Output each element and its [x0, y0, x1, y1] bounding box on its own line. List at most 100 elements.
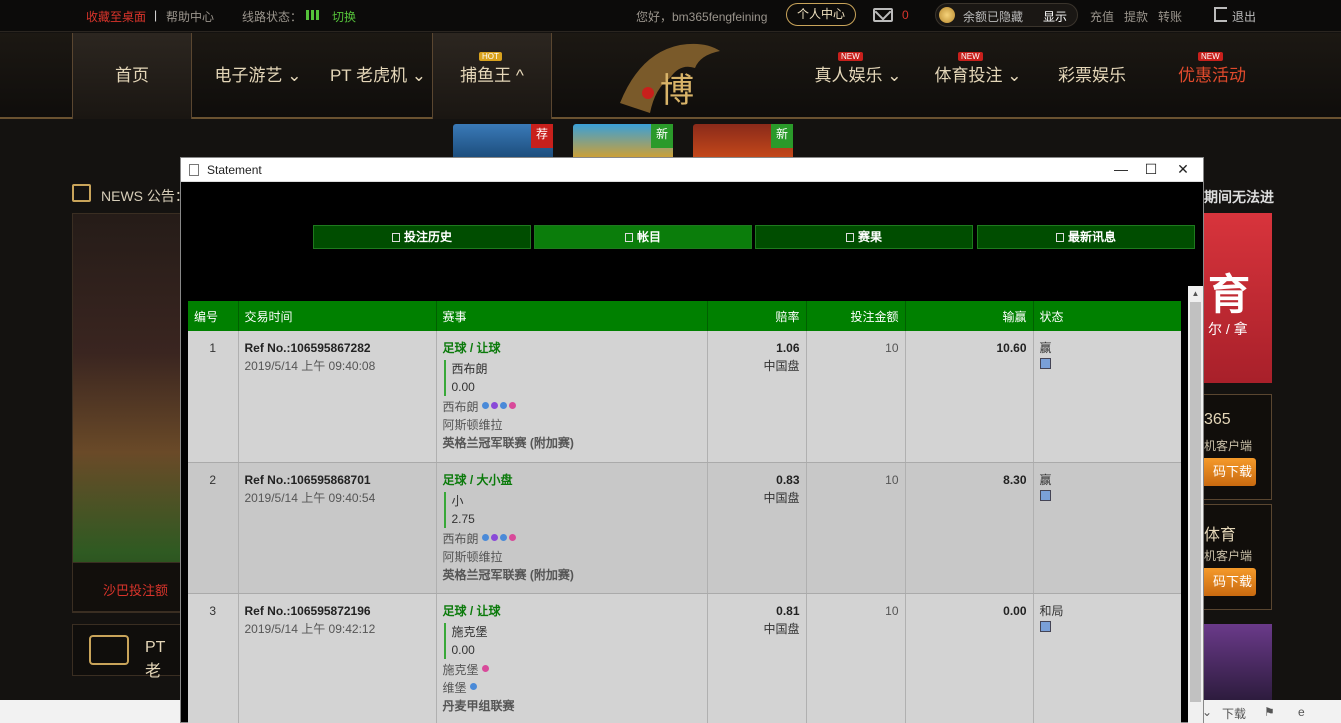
game-thumb[interactable]: 荐	[453, 124, 553, 160]
bet-selection: 西布朗 0.00	[443, 360, 701, 396]
nav-lottery[interactable]: 彩票娱乐	[1032, 33, 1152, 119]
vertical-scrollbar[interactable]: ▲	[1188, 286, 1203, 723]
ref-no[interactable]: Ref No.:106595872196	[245, 602, 430, 620]
banner-small-text: 尔 / 拿	[1208, 321, 1248, 337]
banner-caption[interactable]: 沙巴投注额	[72, 562, 181, 612]
tab-label: 赛果	[857, 230, 882, 244]
ref-no[interactable]: Ref No.:106595868701	[245, 471, 430, 489]
odds: 0.83	[776, 472, 800, 487]
team-status-icons	[481, 664, 489, 672]
chevron-down-icon: ⌄	[882, 66, 902, 85]
browser-icon[interactable]: e	[1298, 705, 1305, 719]
window-titlebar[interactable]: Statement — ☐ ✕	[181, 158, 1203, 182]
scroll-up-arrow-icon[interactable]: ▲	[1188, 286, 1203, 301]
handicap: 0.00	[451, 642, 475, 657]
row-status-cell: 赢	[1033, 462, 1181, 594]
home-team-name: 施克堡	[442, 662, 479, 677]
ref-no[interactable]: Ref No.:106595867282	[245, 339, 430, 357]
row-no: 2	[188, 462, 239, 594]
nav-pt-slots[interactable]: PT 老虎机 ⌄	[318, 33, 438, 119]
site-logo[interactable]: 博	[610, 33, 730, 119]
status: 赢	[1039, 341, 1052, 355]
new-badge: NEW	[838, 52, 863, 61]
home-team: 施克堡	[443, 661, 701, 679]
sport-type: 足球 / 让球	[442, 603, 501, 618]
bet-amount: 10	[806, 593, 906, 723]
col-no: 编号	[188, 301, 239, 331]
slot-machine-icon	[89, 635, 129, 665]
nav-pt-slots-label: PT 老虎机	[329, 66, 408, 85]
tab-label: 最新讯息	[1067, 230, 1116, 244]
game-thumb[interactable]: 新	[573, 124, 673, 160]
nav-live-label: 真人娱乐	[814, 66, 883, 85]
bet-selection: 小 2.75	[443, 491, 701, 528]
switch-line-link[interactable]: 切换	[332, 8, 356, 25]
withdraw-link[interactable]: 提款	[1124, 8, 1148, 25]
transfer-link[interactable]: 转账	[1158, 8, 1182, 25]
mail-icon[interactable]	[873, 8, 893, 22]
flag-icon[interactable]: ⚑	[1264, 705, 1275, 719]
txn-time: 2019/5/14 上午 09:40:54	[244, 490, 376, 505]
nav-fishing[interactable]: HOT 捕鱼王 ^	[432, 33, 552, 119]
bookmark-link[interactable]: 收藏至桌面	[86, 8, 146, 25]
minimize-button[interactable]: —	[1105, 158, 1137, 181]
row-status-cell: 赢	[1033, 331, 1181, 463]
download-subtitle: 机客户端	[1204, 439, 1253, 453]
qr-download-button[interactable]: 码下载	[1204, 568, 1256, 596]
tab-results[interactable]: 赛果	[755, 225, 973, 249]
sport-type: 足球 / 大小盘	[442, 472, 513, 487]
detail-icon[interactable]	[1039, 620, 1051, 632]
download-link[interactable]: 下载	[1222, 705, 1246, 722]
maximize-button[interactable]: ☐	[1135, 158, 1167, 181]
nav-promotions[interactable]: NEW 优惠活动	[1152, 33, 1272, 119]
win-loss: 0.00	[905, 593, 1034, 723]
league: 丹麦甲组联赛	[442, 698, 515, 713]
tab-latest-news[interactable]: 最新讯息	[977, 225, 1195, 249]
balance-box: 余额已隐藏 显示	[935, 3, 1078, 27]
nav-live-casino[interactable]: NEW 真人娱乐 ⌄	[798, 33, 918, 119]
news-icon	[72, 184, 91, 202]
news-label: NEWS 公告：	[101, 188, 189, 204]
pt-label: PT 老	[145, 639, 166, 680]
col-odds: 赔率	[707, 301, 807, 331]
ledger-icon	[624, 233, 633, 242]
tab-bet-history[interactable]: 投注历史	[313, 225, 531, 249]
sports-banner[interactable]: 育 尔 / 拿	[1204, 213, 1272, 383]
nav-sports[interactable]: NEW 体育投注 ⌄	[918, 33, 1038, 119]
member-center-button[interactable]: 个人中心	[786, 3, 856, 26]
show-balance-button[interactable]: 显示	[1043, 8, 1067, 25]
row-event-cell: 足球 / 让球 施克堡 0.00 施克堡 维堡 丹麦甲组联赛	[436, 593, 708, 723]
status: 赢	[1039, 472, 1052, 487]
mail-count: 0	[902, 8, 909, 22]
col-winloss: 输赢	[905, 301, 1034, 331]
away-team-name: 维堡	[442, 680, 467, 695]
pt-slots-box[interactable]: PT 老	[72, 624, 181, 680]
banner-big-text: 育	[1208, 271, 1251, 318]
signal-icon	[306, 10, 319, 20]
detail-icon[interactable]	[1039, 489, 1051, 501]
detail-icon[interactable]	[1039, 358, 1051, 369]
logo-text: 博	[660, 71, 694, 111]
game-thumb[interactable]: 新	[693, 124, 793, 160]
bet-amount: 10	[806, 331, 906, 463]
txn-time: 2019/5/14 上午 09:40:08	[244, 359, 376, 373]
deposit-link[interactable]: 充值	[1090, 8, 1114, 25]
away-team: 阿斯顿维拉	[442, 549, 503, 564]
logout-icon[interactable]	[1214, 7, 1227, 22]
nav-home[interactable]: 首页	[72, 33, 192, 119]
promo-image[interactable]	[1204, 624, 1272, 704]
bet-selection: 施克堡 0.00	[443, 622, 701, 659]
help-link[interactable]: 帮助中心	[166, 8, 214, 25]
sports-promo-banner[interactable]	[72, 213, 181, 613]
scroll-thumb[interactable]	[1190, 302, 1201, 702]
league: 英格兰冠军联赛 (附加赛)	[442, 567, 574, 582]
nav-egames[interactable]: 电子游艺 ⌄	[198, 33, 318, 119]
pick-name: 施克堡	[451, 624, 488, 639]
qr-download-button[interactable]: 码下载	[1204, 458, 1256, 486]
nav-fishing-label: 捕鱼王	[460, 66, 512, 85]
close-button[interactable]: ✕	[1167, 158, 1199, 181]
row-odds-cell: 1.06 中国盘	[707, 331, 807, 463]
logout-link[interactable]: 退出	[1232, 8, 1256, 25]
app-download-box: 365 机客户端 码下载	[1204, 394, 1272, 500]
tab-statement[interactable]: 帐目	[534, 225, 752, 249]
